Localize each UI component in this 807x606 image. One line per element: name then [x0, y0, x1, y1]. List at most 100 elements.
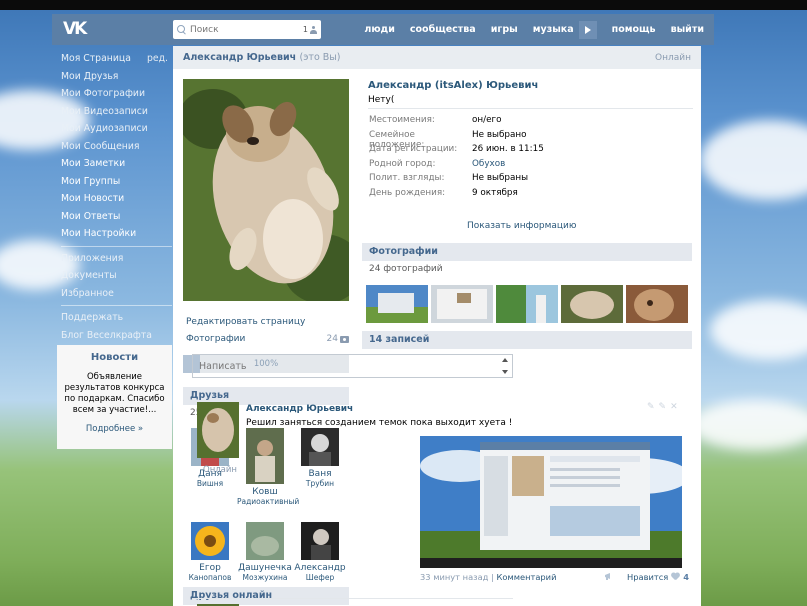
news-text: Объявление результатов конкурса по подар…	[64, 372, 165, 415]
post-author-avatar[interactable]	[197, 402, 239, 458]
like-count: 4	[683, 572, 690, 582]
post-attached-image[interactable]	[420, 436, 682, 568]
friend-item[interactable]: Ковш Радиоактивный	[237, 428, 300, 506]
post-time[interactable]: 33 минут назад	[420, 572, 488, 582]
photo-thumbnail[interactable]	[366, 285, 428, 323]
post-tools: ✎✎✕	[647, 402, 682, 412]
info-row: Дата регистрации: 26 июн. в 11:15	[369, 144, 544, 154]
sidebar-item-my-page[interactable]: Моя Страница ред.	[52, 50, 172, 68]
profile-avatar[interactable]	[183, 79, 349, 301]
sidebar-item-apps[interactable]: Приложения	[52, 250, 172, 268]
search-input[interactable]	[190, 24, 300, 35]
main-panel: Александр Юрьевич (это Вы) Онлайн Редакт…	[173, 46, 701, 606]
search-count-value: 1	[302, 25, 308, 34]
photos-link-count: 24	[327, 334, 349, 344]
info-value: он/его	[472, 115, 502, 125]
friend-first-name: Ваня	[308, 469, 332, 479]
search-box[interactable]: 1	[173, 20, 321, 39]
wall-post-input[interactable]: Написать	[192, 354, 513, 378]
info-key: Полит. взгляды:	[369, 173, 445, 183]
nav-logout[interactable]: выйти	[671, 24, 704, 35]
photo-thumbnail[interactable]	[626, 285, 688, 323]
info-key: Родной город:	[369, 159, 436, 169]
sidebar-item-videos[interactable]: Мои Видеозаписи	[52, 103, 172, 121]
friend-item[interactable]: Дашунечка Мозжухина	[237, 522, 293, 582]
news-more-link[interactable]: Подробнее »	[63, 424, 166, 434]
sidebar-item-favorites[interactable]: Избранное	[52, 285, 172, 303]
sidebar-item-settings[interactable]: Мои Настройки	[52, 225, 172, 243]
friend-avatar	[246, 428, 284, 484]
info-divider	[368, 108, 693, 109]
post-author-online: Онлайн	[203, 465, 237, 475]
sidebar-item-groups[interactable]: Мои Группы	[52, 173, 172, 191]
wall-header[interactable]: 14 записей	[362, 331, 692, 349]
friend-first-name: Дашунечка	[238, 563, 292, 573]
sidebar-item-blog[interactable]: Блог Веселкрафта	[52, 327, 172, 345]
photos-link[interactable]: Фотографии 24	[186, 334, 349, 344]
info-key: Дата регистрации:	[369, 144, 458, 154]
search-people-count[interactable]: 1	[303, 25, 317, 34]
top-nav: люди сообщества игры музыка помощь выйти	[364, 14, 704, 45]
info-row: Местоимения: он/его	[369, 115, 502, 125]
sidebar-item-label: Моя Страница	[61, 53, 131, 64]
like-button[interactable]: Нравится 4	[627, 572, 689, 582]
show-info-link[interactable]: Показать информацию	[467, 221, 576, 231]
sidebar-divider	[61, 305, 172, 306]
info-row: День рождения: 9 октября	[369, 188, 518, 198]
friend-avatar	[301, 428, 339, 466]
nav-communities[interactable]: сообщества	[410, 24, 476, 35]
nav-help[interactable]: помощь	[612, 24, 656, 35]
edit-page-link[interactable]: Редактировать страницу	[186, 317, 305, 327]
friend-item[interactable]: Егор Канопапов	[182, 522, 238, 582]
photo-thumbnail[interactable]	[431, 285, 493, 323]
sidebar-edit-link[interactable]: ред.	[147, 50, 168, 68]
news-box: Новости Объявление результатов конкурса …	[57, 345, 172, 449]
friend-avatar	[191, 522, 229, 560]
edit-icon[interactable]: ✎	[647, 402, 659, 412]
profile-status[interactable]: Нету(	[368, 95, 394, 105]
friend-item[interactable]: Ваня Трубин	[292, 428, 348, 488]
friends-online-header[interactable]: Друзья онлайн	[183, 587, 349, 605]
nav-music[interactable]: музыка	[533, 24, 574, 35]
photo-thumbnail[interactable]	[496, 285, 558, 323]
sidebar-item-support[interactable]: Поддержать	[52, 309, 172, 327]
photo-thumbnail[interactable]	[561, 285, 623, 323]
sidebar-item-answers[interactable]: Мои Ответы	[52, 208, 172, 226]
post-comment-link[interactable]: Комментарий	[496, 572, 556, 582]
chevron-down-icon[interactable]	[502, 370, 508, 374]
info-row: Полит. взгляды: Не выбраны	[369, 173, 528, 183]
megaphone-icon[interactable]	[604, 572, 614, 580]
sidebar-item-messages[interactable]: Мои Сообщения	[52, 138, 172, 156]
friend-first-name: Егор	[199, 563, 221, 573]
sidebar-item-news[interactable]: Мои Новости	[52, 190, 172, 208]
post-meta-separator: |	[491, 572, 494, 582]
post-divider	[192, 598, 513, 599]
sidebar-item-audio[interactable]: Мои Аудиозаписи	[52, 120, 172, 138]
wall-input-spinner[interactable]	[501, 358, 509, 374]
profile-name: Александр (itsAlex) Юрьевич	[368, 80, 539, 91]
post-author-name[interactable]: Александр Юрьевич	[246, 404, 353, 414]
play-icon[interactable]	[578, 20, 597, 39]
sidebar-item-notes[interactable]: Мои Заметки	[52, 155, 172, 173]
friend-avatar	[246, 522, 284, 560]
delete-icon[interactable]: ✕	[670, 402, 682, 412]
photos-header[interactable]: Фотографии	[362, 243, 692, 261]
sidebar-item-photos[interactable]: Мои Фотографии	[52, 85, 172, 103]
pin-icon[interactable]: ✎	[659, 402, 671, 412]
friend-last-name: Шефер	[305, 573, 335, 582]
photos-count: 24 фотографий	[369, 264, 443, 274]
info-value: 9 октября	[472, 188, 518, 198]
friend-last-name: Трубин	[305, 479, 335, 488]
nav-games[interactable]: игры	[491, 24, 518, 35]
sidebar-item-documents[interactable]: Документы	[52, 267, 172, 285]
friend-item[interactable]: Александр Шефер	[292, 522, 348, 582]
person-icon	[310, 25, 317, 34]
wall-input-placeholder: Написать	[199, 360, 247, 372]
nav-people[interactable]: люди	[364, 24, 395, 35]
friend-last-name: Радиоактивный	[237, 497, 300, 506]
search-icon	[177, 24, 187, 35]
vk-logo-icon[interactable]: VK	[63, 20, 93, 38]
chevron-up-icon[interactable]	[502, 358, 508, 362]
sidebar-item-friends[interactable]: Мои Друзья	[52, 68, 172, 86]
info-value-link[interactable]: Обухов	[472, 159, 505, 169]
